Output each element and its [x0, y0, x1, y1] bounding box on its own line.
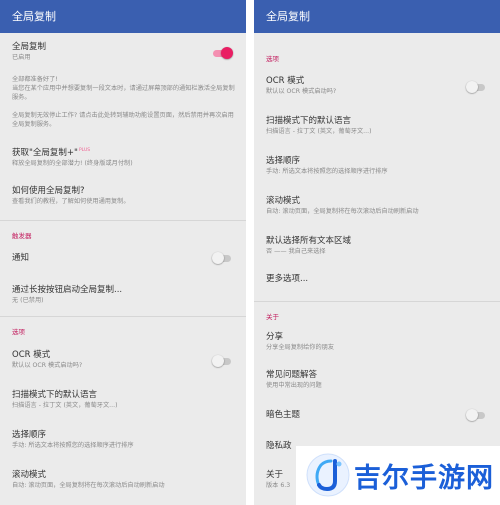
- scroll-mode-sub: 自动: 滚动页面，全局复制将在每次滚动后自动刷新启动: [266, 208, 419, 215]
- ocr-mode-row[interactable]: OCR 模式 默认以 OCR 模式启动吗?: [0, 349, 246, 370]
- default-language-title: 扫描模式下的默认语言: [266, 116, 352, 126]
- get-plus-row[interactable]: 获取"全局复制+"PLUS 释放全局复制的全部潜力! (终身版或月付制): [0, 145, 246, 168]
- default-language-row[interactable]: 扫描模式下的默认语言 扫描语言 - 拉丁文 (英文，葡萄牙文...): [254, 115, 500, 136]
- default-language-title: 扫描模式下的默认语言: [12, 390, 98, 400]
- global-copy-title: 全局复制: [12, 42, 47, 52]
- global-copy-status: 已启用: [12, 54, 31, 61]
- ocr-mode-title: OCR 模式: [266, 76, 305, 86]
- scroll-mode-title: 滚动模式: [266, 196, 301, 206]
- global-copy-toggle-row[interactable]: 全局复制 已启用: [0, 41, 246, 62]
- selection-order-sub: 手动: 所选文本将按照您的选择顺序进行排序: [12, 442, 134, 449]
- notification-switch[interactable]: [212, 252, 232, 264]
- selection-order-row[interactable]: 选择顺序 手动: 所选文本将按照您的选择顺序进行排序: [0, 429, 246, 450]
- share-row[interactable]: 分享 分享全局复制给你的朋友: [254, 331, 500, 352]
- ocr-mode-row[interactable]: OCR 模式 默认以 OCR 模式启动吗?: [254, 75, 500, 96]
- section-header-options: 选项: [266, 55, 279, 63]
- get-plus-sub: 释放全局复制的全部潜力! (终身版或月付制): [12, 159, 133, 167]
- scroll-mode-row[interactable]: 滚动模式 自动: 滚动页面，全局复制将在每次滚动后自动刷新启动: [0, 469, 246, 490]
- accessibility-info-text: 全局复制无效停止工作? 请点击此处转到辅助功能设置页面，然后禁用并再次启用全局复…: [12, 112, 234, 128]
- long-press-title: 通过长按按钮启动全局复制...: [12, 285, 123, 295]
- divider: [0, 316, 246, 317]
- ocr-mode-title: OCR 模式: [12, 350, 51, 360]
- faq-sub: 使用中常出现的问题: [266, 382, 322, 389]
- how-to-title: 如何使用全局复制?: [12, 186, 85, 196]
- select-all-row[interactable]: 默认选择所有文本区域 否 —— 我自己来选择: [254, 235, 500, 256]
- get-plus-title: 获取"全局复制+": [12, 147, 78, 158]
- app-bar-title: 全局复制: [254, 0, 500, 33]
- long-press-sub: 无 (已禁用): [12, 297, 44, 304]
- section-header-about: 关于: [266, 313, 279, 321]
- watermark-text: 吉尔手游网: [354, 463, 494, 494]
- right-screen: 全局复制 选项 OCR 模式 默认以 OCR 模式启动吗? 扫描模式下的默认语言…: [254, 0, 500, 505]
- how-to-sub: 查看我们的教程，了解如何使用通用复制。: [12, 198, 130, 205]
- default-language-sub: 扫描语言 - 拉丁文 (英文，葡萄牙文...): [12, 402, 118, 409]
- screen-gap: [246, 0, 254, 505]
- watermark-logo-icon: [306, 453, 350, 497]
- default-language-row[interactable]: 扫描模式下的默认语言 扫描语言 - 拉丁文 (英文，葡萄牙文...): [0, 389, 246, 410]
- plus-badge: PLUS: [78, 148, 91, 153]
- watermark: 吉尔手游网: [296, 446, 500, 505]
- global-copy-switch[interactable]: [212, 47, 233, 59]
- selection-order-title: 选择顺序: [266, 156, 301, 166]
- app-bar-title: 全局复制: [0, 0, 246, 33]
- share-title: 分享: [266, 332, 284, 342]
- notification-title: 通知: [12, 253, 30, 263]
- section-header-options: 选项: [12, 328, 25, 336]
- ocr-mode-sub: 默认以 OCR 模式启动吗?: [266, 88, 337, 95]
- default-language-sub: 扫描语言 - 拉丁文 (英文，葡萄牙文...): [266, 128, 372, 135]
- ready-info-text: 全部都准备好了! 当您在某个应用中并想要复制一段文本时，请通过屏幕顶部的通知栏激…: [12, 76, 235, 101]
- notification-row[interactable]: 通知: [0, 252, 246, 264]
- share-sub: 分享全局复制给你的朋友: [266, 344, 335, 351]
- more-options-row[interactable]: 更多选项...: [254, 273, 500, 285]
- ocr-mode-switch[interactable]: [466, 81, 486, 93]
- dark-theme-row[interactable]: 暗色主题: [254, 409, 500, 421]
- dark-theme-title: 暗色主题: [266, 410, 301, 420]
- left-screen: 全局复制 全局复制 已启用 全部都准备好了! 当您在某个应用中并想要复制一段文本…: [0, 0, 246, 505]
- accessibility-info-row[interactable]: 全局复制无效停止工作? 请点击此处转到辅助功能设置页面，然后禁用并再次启用全局复…: [0, 111, 246, 129]
- scroll-mode-title: 滚动模式: [12, 470, 47, 480]
- divider: [0, 220, 246, 221]
- select-all-sub: 否 —— 我自己来选择: [266, 248, 326, 255]
- section-header-triggers: 触发器: [12, 232, 32, 240]
- faq-row[interactable]: 常见问题解答 使用中常出现的问题: [254, 369, 500, 390]
- faq-title: 常见问题解答: [266, 370, 318, 380]
- selection-order-sub: 手动: 所选文本将按照您的选择顺序进行排序: [266, 168, 388, 175]
- ready-info-row: 全部都准备好了! 当您在某个应用中并想要复制一段文本时，请通过屏幕顶部的通知栏激…: [0, 75, 246, 102]
- divider: [254, 301, 500, 302]
- how-to-row[interactable]: 如何使用全局复制? 查看我们的教程，了解如何使用通用复制。: [0, 185, 246, 206]
- ocr-mode-sub: 默认以 OCR 模式启动吗?: [12, 362, 83, 369]
- more-options-title: 更多选项...: [266, 274, 309, 284]
- ocr-mode-switch[interactable]: [212, 355, 232, 367]
- long-press-row[interactable]: 通过长按按钮启动全局复制... 无 (已禁用): [0, 284, 246, 305]
- selection-order-title: 选择顺序: [12, 430, 47, 440]
- scroll-mode-row[interactable]: 滚动模式 自动: 滚动页面，全局复制将在每次滚动后自动刷新启动: [254, 195, 500, 216]
- dark-theme-switch[interactable]: [466, 409, 486, 421]
- selection-order-row[interactable]: 选择顺序 手动: 所选文本将按照您的选择顺序进行排序: [254, 155, 500, 176]
- select-all-title: 默认选择所有文本区域: [266, 236, 352, 246]
- scroll-mode-sub: 自动: 滚动页面，全局复制将在每次滚动后自动刷新启动: [12, 482, 165, 489]
